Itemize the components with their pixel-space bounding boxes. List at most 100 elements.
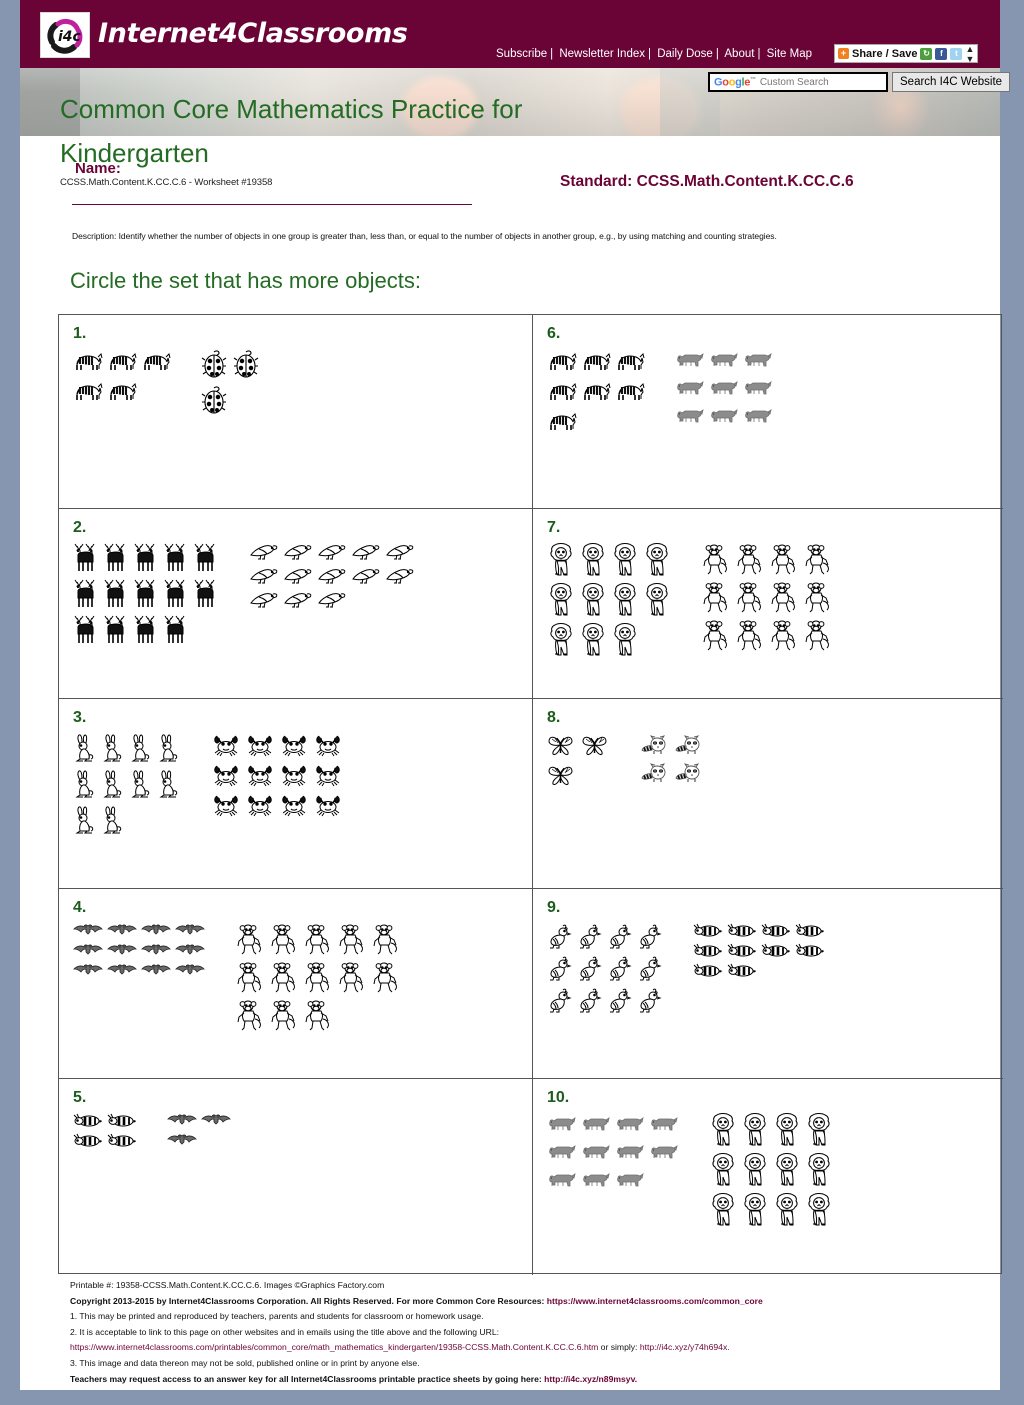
rabbit-icon [73,733,101,769]
problem-cell[interactable]: 8. [533,699,1003,889]
object-set-a[interactable] [547,923,667,1019]
object-set-b[interactable] [641,733,709,789]
object-set-a[interactable] [547,543,675,663]
footer-copyright-text: Copyright 2013-2015 by Internet4Classroo… [70,1295,547,1306]
problem-cell[interactable]: 5. [59,1079,533,1275]
object-set-a[interactable] [73,543,223,651]
addthis-icon[interactable]: ↻ [920,47,933,60]
instruction-text: Circle the set that has more objects: [70,268,421,293]
monkey-icon [303,961,337,999]
object-set-a[interactable] [73,1113,141,1153]
rabbit-icon [101,805,129,841]
problem-cell[interactable]: 4. [59,889,533,1079]
object-set-b[interactable] [675,349,777,433]
lion-icon [773,1153,805,1193]
twitter-icon[interactable]: t [950,47,963,60]
object-set-b[interactable] [709,1113,837,1233]
worksheet-id: CCSS.Math.Content.K.CC.C.6 - Worksheet #… [60,177,273,188]
nav-subscribe[interactable]: Subscribe [496,48,547,60]
deer-icon [163,579,193,615]
problem-cell[interactable]: 7. [533,509,1003,699]
object-set-a[interactable] [73,349,175,409]
ladybug-icon [201,385,233,421]
monkey-icon [803,619,837,657]
lion-icon [547,623,579,663]
bat-icon [167,1133,201,1153]
chicken-icon [547,987,577,1019]
problem-cell[interactable]: 1. [59,315,533,509]
monkey-icon [235,961,269,999]
object-set-b[interactable] [693,923,829,983]
object-set-a[interactable] [547,1113,683,1197]
problem-sets [547,349,1003,439]
object-set-b[interactable] [701,543,837,657]
bat-icon [201,1113,235,1133]
footer-worksheet-link[interactable]: https://www.internet4classrooms.com/prin… [70,1342,598,1352]
problem-cell[interactable]: 9. [533,889,1003,1079]
share-save-widget[interactable]: + Share / Save ↻ f t ▲ ▼ [834,44,979,64]
bat-icon [141,923,175,943]
i4c-logo-icon: i4c [47,18,83,54]
rabbit-icon [101,733,129,769]
chicken-icon [637,955,667,987]
object-set-b[interactable] [201,349,265,421]
bison-icon [547,1113,581,1141]
object-set-b[interactable] [235,923,405,1037]
crab-icon [313,793,347,823]
problem-cell[interactable]: 2. [59,509,533,699]
monkey-icon [735,581,769,619]
problem-cell[interactable]: 3. [59,699,533,889]
zebra-icon [141,349,175,379]
footer-answer-key-link[interactable]: http://i4c.xyz/n89msyv. [544,1374,637,1384]
deer-icon [73,579,103,615]
object-set-a[interactable] [73,733,185,841]
chicken-icon [577,987,607,1019]
object-set-b[interactable] [249,543,419,615]
i4c-logo[interactable]: i4c [40,12,90,58]
problem-number: 5. [73,1089,87,1106]
bison-icon [675,349,709,377]
chicken-icon [607,923,637,955]
monkey-icon [701,581,735,619]
search-input[interactable]: Google™ Custom Search [708,72,888,92]
worksheet-page: i4c Internet4Classrooms Subscribe | Newsl… [20,0,1011,1390]
search-button[interactable]: Search I4C Website [892,72,1011,92]
share-save-label: Share / Save [852,47,918,60]
nav-daily-dose[interactable]: Daily Dose [657,48,713,60]
nav-about[interactable]: About [724,48,754,60]
lion-icon [709,1193,741,1233]
name-write-line [72,203,472,205]
object-set-a[interactable] [547,733,615,793]
nav-newsletter-index[interactable]: Newsletter Index [559,48,645,60]
deer-icon [133,615,163,651]
nav-site-map[interactable]: Site Map [767,48,812,60]
zebra-icon [73,379,107,409]
bird-icon [283,567,317,591]
object-set-a[interactable] [547,349,649,439]
caret-icon[interactable]: ▲ ▼ [965,44,974,64]
bat-icon [107,963,141,983]
bird-icon [317,591,351,615]
chicken-icon [577,955,607,987]
footer-common-core-link[interactable]: https://www.internet4classrooms.com/comm… [547,1296,763,1306]
footer-short-link[interactable]: http://i4c.xyz/y74h694x. [640,1342,730,1352]
lion-icon [643,543,675,583]
crab-icon [245,733,279,763]
problem-number: 10. [547,1089,570,1106]
lion-icon [643,583,675,623]
monkey-icon [701,543,735,581]
problem-cell[interactable]: 6. [533,315,1003,509]
facebook-icon[interactable]: f [935,47,948,60]
deer-icon [73,615,103,651]
bee-icon [727,923,761,943]
search-area: Google™ Custom Search Search I4C Website [708,72,1011,92]
object-set-a[interactable] [73,923,209,983]
site-brand: Internet4Classrooms [98,18,408,49]
object-set-b[interactable] [211,733,347,823]
monkey-icon [337,923,371,961]
lion-icon [709,1153,741,1193]
problem-cell[interactable]: 10. [533,1079,1003,1275]
deer-icon [133,579,163,615]
bird-icon [385,543,419,567]
object-set-b[interactable] [167,1113,235,1153]
